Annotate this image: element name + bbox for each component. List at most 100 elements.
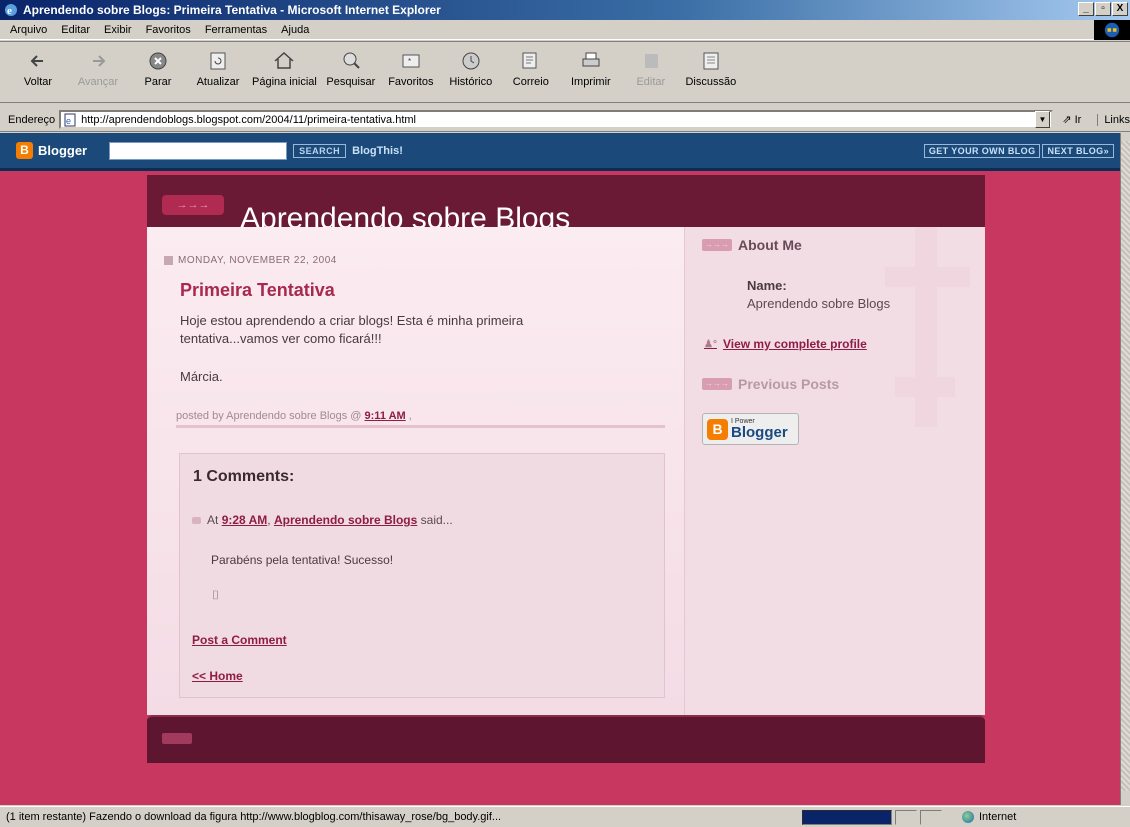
window-title-bar: e Aprendendo sobre Blogs: Primeira Tenta…: [0, 0, 1130, 20]
window-title: Aprendendo sobre Blogs: Primeira Tentati…: [23, 3, 441, 17]
sidebar-decoration: [915, 227, 937, 427]
menu-ajuda[interactable]: Ajuda: [281, 24, 309, 36]
blogger-navbar: B Blogger SEARCH BlogThis! GET YOUR OWN …: [0, 133, 1120, 171]
security-zone: Internet: [962, 811, 1016, 823]
blogger-b-icon: B: [707, 418, 728, 440]
profile-person-icon: ♟°: [704, 338, 717, 350]
back-button[interactable]: Voltar: [12, 48, 64, 102]
status-cell: [920, 809, 942, 825]
about-me-heading: →→→ About Me: [702, 237, 802, 253]
blogger-logo[interactable]: B Blogger: [16, 142, 87, 159]
home-link[interactable]: << Home: [192, 669, 243, 683]
address-bar: Endereço e http://aprendendoblogs.blogsp…: [0, 108, 1130, 132]
post-permalink[interactable]: 9:11 AM: [365, 410, 406, 422]
address-label: Endereço: [8, 113, 56, 126]
windows-logo-icon: [1094, 20, 1130, 40]
edit-icon: [644, 54, 658, 68]
comments-heading: 1 Comments:: [193, 468, 295, 485]
links-toolbar[interactable]: Links: [1097, 113, 1130, 126]
blogthis-link[interactable]: BlogThis!: [352, 145, 403, 157]
sidebar: →→→ About Me Name: Aprendendo sobre Blog…: [684, 227, 985, 715]
post-title: Primeira Tentativa: [180, 280, 335, 300]
home-icon: [274, 51, 294, 69]
status-cell: [895, 809, 917, 825]
menu-bar: Arquivo Editar Exibir Favoritos Ferramen…: [0, 20, 1130, 40]
svg-text:e: e: [7, 5, 12, 17]
ie-icon: e: [3, 2, 19, 18]
minimize-button[interactable]: _: [1078, 2, 1094, 16]
previous-posts-heading: →→→ Previous Posts: [702, 376, 839, 392]
arrow-tag-icon: [162, 733, 192, 744]
comment-bubble-icon: [192, 516, 201, 524]
forward-arrow-icon: [93, 55, 106, 67]
back-arrow-icon: [30, 55, 43, 67]
powered-by-blogger-badge[interactable]: B I Power Blogger: [702, 413, 799, 445]
menu-editar[interactable]: Editar: [61, 24, 90, 36]
globe-icon: [962, 811, 974, 823]
menu-arquivo[interactable]: Arquivo: [10, 24, 47, 36]
address-input[interactable]: e http://aprendendoblogs.blogspot.com/20…: [59, 110, 1053, 129]
status-bar: (1 item restante) Fazendo o download da …: [0, 806, 1130, 827]
menu-ferramentas[interactable]: Ferramentas: [205, 24, 267, 36]
maximize-button[interactable]: ▫: [1095, 2, 1111, 16]
comment-author-link[interactable]: Aprendendo sobre Blogs: [274, 513, 417, 527]
close-button[interactable]: X: [1112, 2, 1128, 16]
post-date: MONDAY, NOVEMBER 22, 2004: [164, 255, 337, 266]
profile-name-value: Aprendendo sobre Blogs: [747, 296, 891, 311]
post-footer: posted by Aprendendo sobre Blogs @ 9:11 …: [176, 410, 665, 428]
arrow-tag-icon: →→→: [702, 239, 732, 251]
mail-button[interactable]: Correio: [505, 48, 557, 102]
vertical-scrollbar[interactable]: [1120, 133, 1130, 805]
stop-icon: [149, 52, 167, 70]
go-button[interactable]: ⇗ Ir: [1062, 113, 1081, 127]
get-own-blog-button[interactable]: GET YOUR OWN BLOG: [923, 144, 1041, 158]
page-viewport: B Blogger SEARCH BlogThis! GET YOUR OWN …: [0, 133, 1120, 805]
history-button[interactable]: Histórico: [445, 48, 497, 102]
svg-text:e: e: [66, 116, 71, 126]
search-icon: [343, 52, 360, 69]
next-blog-button[interactable]: NEXT BLOG»: [1042, 144, 1114, 158]
favorites-icon: *: [402, 54, 420, 68]
search-button[interactable]: Pesquisar: [325, 48, 377, 102]
menu-favoritos[interactable]: Favoritos: [146, 24, 191, 36]
view-profile-link[interactable]: ♟° View my complete profile: [704, 337, 867, 351]
print-button[interactable]: Imprimir: [565, 48, 617, 102]
status-text: (1 item restante) Fazendo o download da …: [6, 811, 502, 823]
edit-button[interactable]: Editar: [625, 48, 677, 102]
blog-content: MONDAY, NOVEMBER 22, 2004 Primeira Tenta…: [147, 227, 985, 715]
standard-toolbar: Voltar Avançar Parar Atualizar Página in…: [0, 41, 1130, 103]
blogger-b-icon: B: [16, 142, 33, 159]
blog-header: →→→ Aprendendo sobre Blogs: [147, 175, 985, 235]
comments-section: 1 Comments: At 9:28 AM, Aprendendo sobre…: [179, 453, 665, 698]
profile-name-label: Name:: [747, 278, 787, 293]
post-body: Hoje estou aprendendo a criar blogs! Est…: [180, 313, 524, 346]
delete-comment-icon[interactable]: ⌷: [212, 588, 219, 603]
favorites-button[interactable]: * Favoritos: [385, 48, 437, 102]
discuss-button[interactable]: Discussão: [685, 48, 737, 102]
printer-icon: [582, 52, 600, 67]
stop-button[interactable]: Parar: [132, 48, 184, 102]
sidebar-decoration: [895, 377, 955, 397]
date-square-icon: [164, 256, 173, 265]
go-arrow-icon: ⇗: [1062, 114, 1072, 126]
page-icon: e: [64, 113, 76, 126]
navbar-search-button[interactable]: SEARCH: [293, 143, 347, 158]
mail-icon: [522, 52, 537, 69]
discuss-icon: [703, 52, 719, 70]
home-button[interactable]: Página inicial: [252, 48, 317, 102]
blog-footer: [147, 715, 985, 763]
comment-text: Parabéns pela tentativa! Sucesso!: [211, 553, 394, 567]
scrollbar-track: [1121, 141, 1130, 791]
address-url: http://aprendendoblogs.blogspot.com/2004…: [81, 113, 416, 126]
post-comment-link[interactable]: Post a Comment: [192, 633, 287, 647]
menu-exibir[interactable]: Exibir: [104, 24, 132, 36]
refresh-button[interactable]: Atualizar: [192, 48, 244, 102]
forward-button[interactable]: Avançar: [72, 48, 124, 102]
comment-meta: At 9:28 AM, Aprendendo sobre Blogs said.…: [192, 513, 453, 527]
comment-time-link[interactable]: 9:28 AM: [222, 513, 268, 527]
arrow-tag-icon: →→→: [162, 195, 224, 215]
navbar-search-input[interactable]: [109, 141, 288, 160]
svg-text:*: *: [408, 57, 411, 66]
arrow-tag-icon: →→→: [702, 378, 732, 390]
address-dropdown-icon[interactable]: ▼: [1034, 111, 1051, 128]
